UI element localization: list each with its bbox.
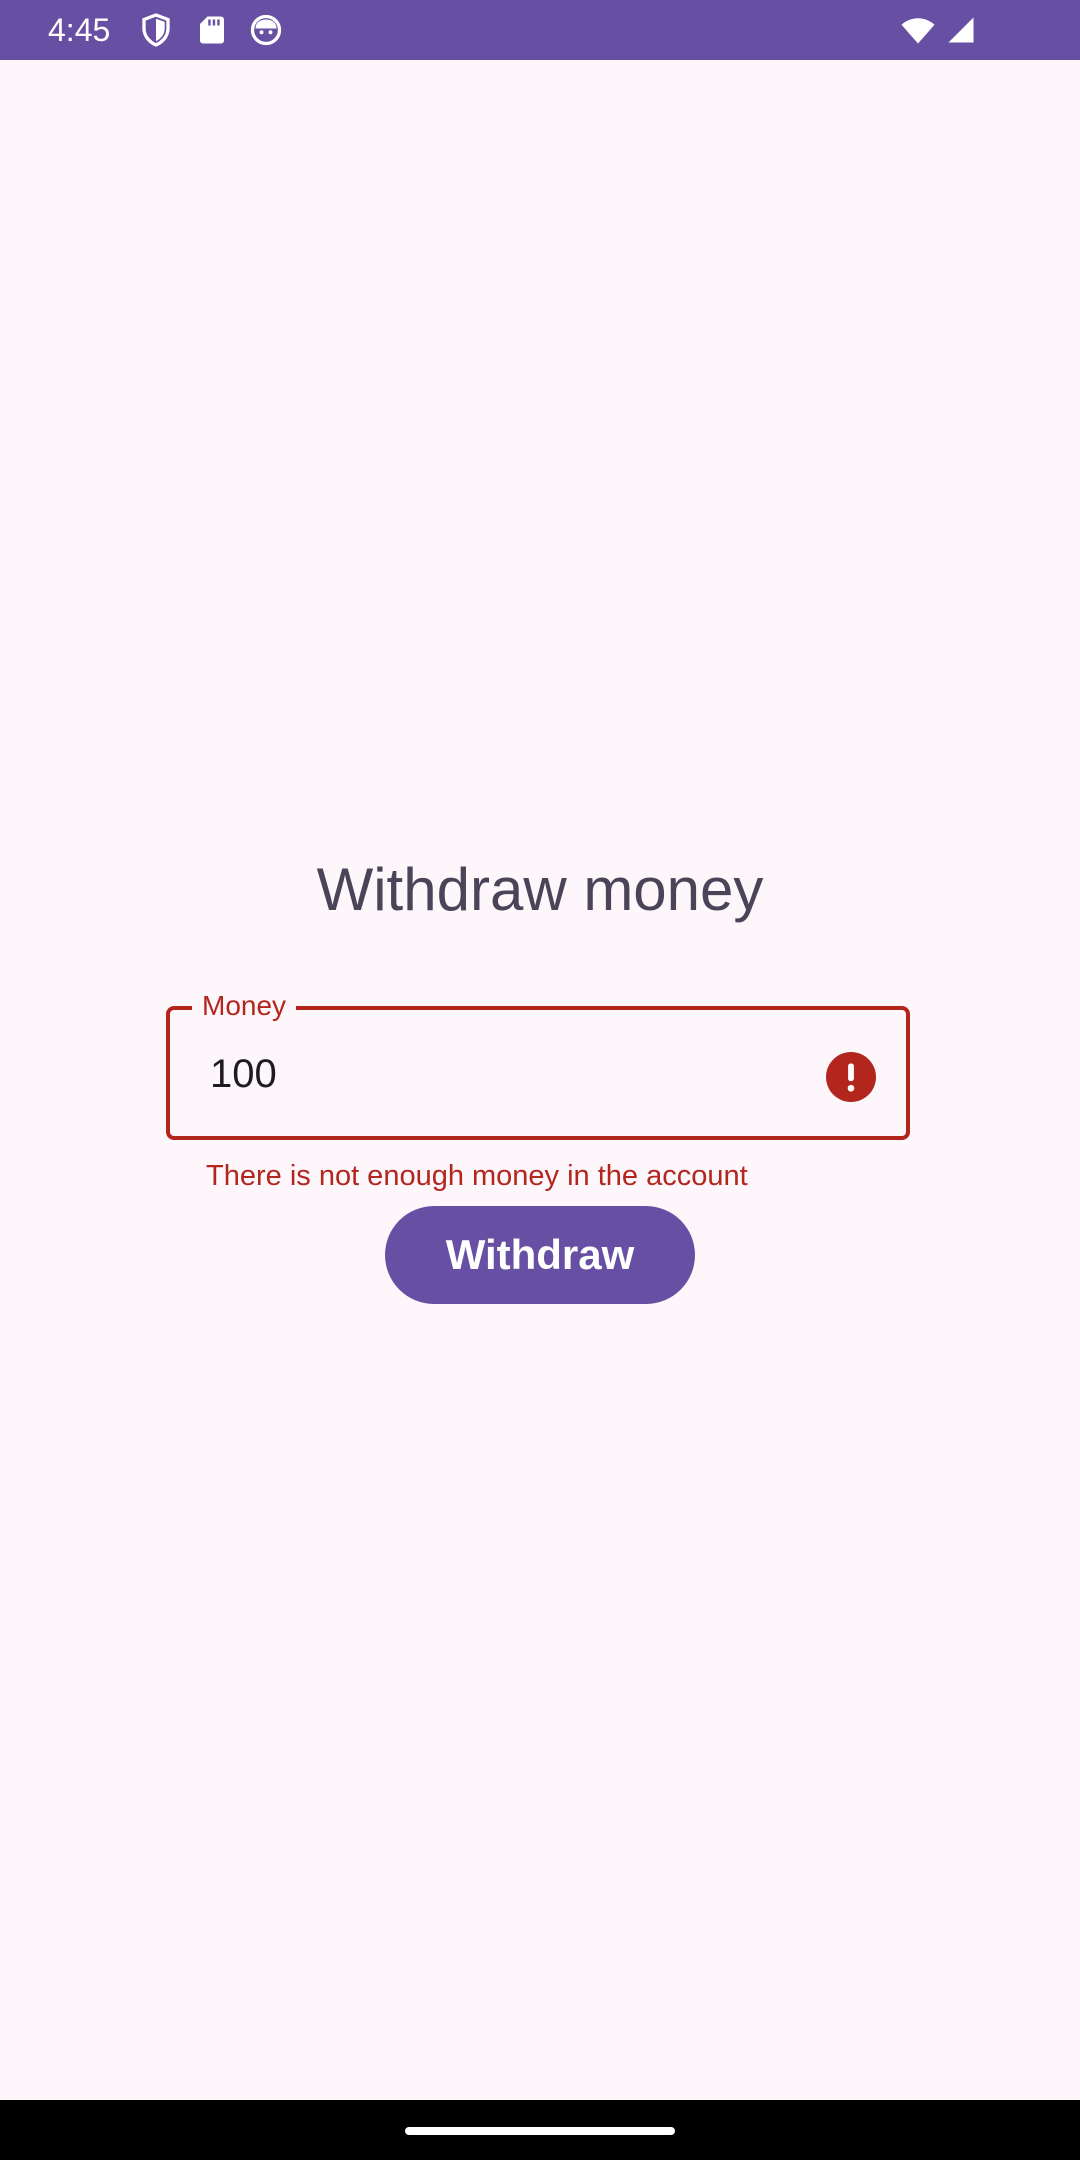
withdraw-button[interactable]: Withdraw [385,1206,695,1304]
signal-icon [946,12,976,48]
wifi-icon [898,12,938,48]
sd-card-icon [194,12,230,48]
error-message: There is not enough money in the account [206,1160,748,1192]
money-field[interactable]: Money 100 [166,988,910,1140]
home-handle[interactable] [405,2127,675,2135]
error-icon [826,1052,876,1102]
status-bar: 4:45 [0,0,1080,60]
status-time: 4:45 [48,12,111,48]
money-field-label: Money [192,988,297,1024]
shield-icon [138,12,174,48]
navigation-bar [0,2100,1080,2160]
money-input[interactable]: 100 [210,1050,277,1098]
face-icon [248,12,284,48]
page-title: Withdraw money [316,856,764,923]
